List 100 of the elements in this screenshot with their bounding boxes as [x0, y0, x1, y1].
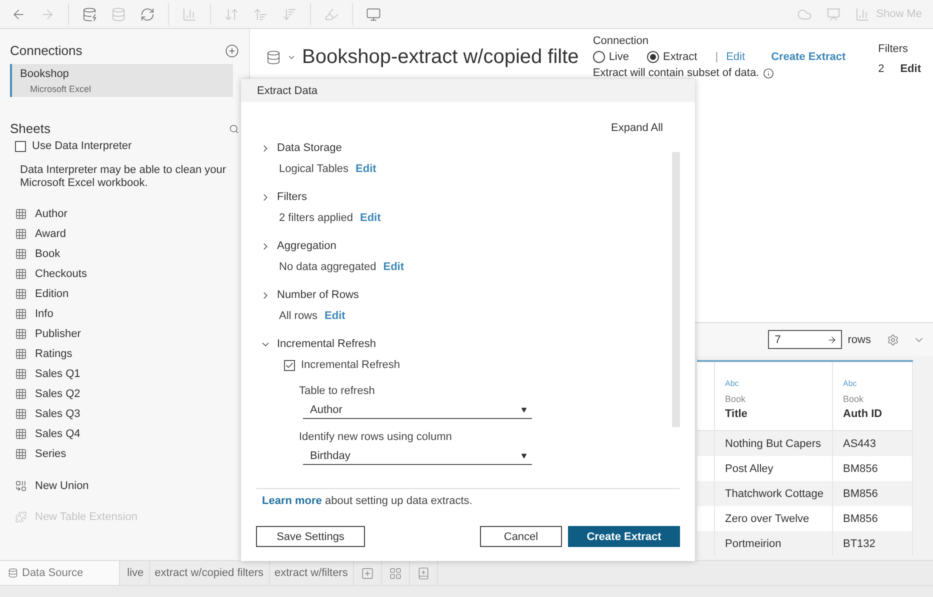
- radio-label: Live: [608, 51, 629, 63]
- help-text: Learn more about setting up data extracts.: [262, 495, 474, 507]
- search-icon[interactable]: [229, 124, 239, 134]
- filters-count: 2: [878, 63, 884, 75]
- filters-label: Filters: [878, 43, 910, 55]
- dialog-title: Extract Data: [257, 84, 318, 96]
- table-cell: Portmeirion: [715, 531, 833, 556]
- section-summary: All rows: [279, 310, 318, 322]
- section-header[interactable]: Incremental Refresh: [256, 338, 376, 350]
- sheet-item[interactable]: Award: [35, 228, 66, 240]
- radio-label: Extract: [663, 51, 698, 63]
- sheet-item[interactable]: Edition: [35, 288, 69, 300]
- add-icon[interactable]: [225, 44, 239, 58]
- data-source-title[interactable]: Bookshop-extract w/copied filte: [302, 46, 579, 68]
- dropdown[interactable]: Birthday: [303, 448, 532, 465]
- checkbox[interactable]: [15, 140, 26, 152]
- edit-link[interactable]: Edit: [360, 212, 381, 224]
- rows-label: rows: [848, 334, 871, 346]
- caret-icon: [521, 453, 527, 459]
- caret-icon: [521, 407, 527, 413]
- arrow-right-icon[interactable]: [826, 334, 837, 344]
- table-icon: [15, 228, 27, 240]
- table-name: Book: [725, 394, 747, 404]
- radio-button[interactable]: [592, 51, 605, 63]
- sheet-item[interactable]: Sales Q3: [35, 408, 80, 420]
- edit-link[interactable]: Edit: [383, 261, 404, 273]
- dropdown[interactable]: Author: [303, 402, 532, 419]
- table-icon: [15, 428, 27, 440]
- connections-title: Connections: [10, 43, 82, 58]
- edit-link[interactable]: Edit: [726, 51, 746, 63]
- table-icon: [15, 448, 27, 460]
- table-icon: [15, 408, 27, 420]
- section-summary: No data aggregated: [279, 261, 376, 273]
- section-summary: 2 filters applied: [279, 212, 353, 224]
- interpreter-note: Data Interpreter may be able to clean your Microsoft Excel workbook.: [20, 164, 228, 190]
- filters-edit-link[interactable]: Edit: [900, 63, 921, 75]
- dialog-button[interactable]: Create Extract: [568, 526, 680, 547]
- checkbox-label: Use Data Interpreter: [32, 140, 132, 152]
- table-name: Book: [843, 394, 865, 404]
- expand-all-button[interactable]: Expand All: [611, 122, 672, 134]
- sheet-item[interactable]: Series: [35, 448, 66, 460]
- sheet-tab[interactable]: extract w/copied filters: [150, 561, 270, 585]
- table-icon: [15, 308, 27, 320]
- checkbox[interactable]: [284, 360, 295, 370]
- table-icon: [15, 328, 27, 340]
- column-header[interactable]: Abc Book Title: [715, 362, 833, 430]
- table-cell: BT132: [833, 531, 913, 556]
- sheet-item[interactable]: Book: [35, 248, 60, 260]
- settings-icon[interactable]: [887, 334, 899, 346]
- table-icon: [15, 288, 27, 300]
- column-header[interactable]: Abc Book Auth ID: [833, 362, 913, 430]
- extract-note: Extract will contain subset of data.: [592, 67, 760, 79]
- bar-chart-icon: [855, 6, 870, 22]
- extension-icon: [15, 511, 27, 523]
- table-icon: [15, 388, 27, 400]
- sheet-item[interactable]: Checkouts: [35, 268, 87, 280]
- connection-item[interactable]: Bookshop Microsoft Excel: [10, 64, 233, 97]
- connection-name: Bookshop: [20, 68, 70, 80]
- checkbox-label: Incremental Refresh: [301, 359, 400, 371]
- new-union-item[interactable]: New Union: [35, 480, 89, 492]
- radio-button[interactable]: [647, 51, 659, 63]
- connection-label: Connection: [592, 35, 650, 47]
- connection-type: Microsoft Excel: [29, 84, 92, 94]
- sheet-item[interactable]: Ratings: [35, 348, 72, 360]
- rows-input[interactable]: 7: [768, 330, 842, 349]
- sheet-tab[interactable]: Data Source: [0, 561, 120, 585]
- sheet-item[interactable]: Sales Q2: [35, 388, 80, 400]
- union-icon: [15, 480, 27, 492]
- section-header[interactable]: Data Storage: [256, 142, 342, 154]
- table-icon: [15, 248, 27, 260]
- field-label: Identify new rows using column: [299, 431, 453, 443]
- sheets-title: Sheets: [10, 121, 50, 136]
- sheet-item[interactable]: Info: [35, 308, 54, 320]
- sheet-tab[interactable]: extract w/filters: [270, 561, 354, 585]
- sheet-item[interactable]: Sales Q4: [35, 428, 80, 440]
- table-icon: [15, 268, 27, 280]
- sheet-item[interactable]: Publisher: [35, 328, 81, 340]
- edit-link[interactable]: Edit: [356, 163, 376, 175]
- column-name: Auth ID: [843, 408, 884, 420]
- scrollbar[interactable]: [672, 152, 680, 427]
- create-extract-link[interactable]: Create Extract: [771, 51, 846, 63]
- section-summary: Logical Tables: [279, 163, 349, 175]
- sheet-item[interactable]: Author: [35, 208, 68, 220]
- sheet-item[interactable]: Sales Q1: [35, 368, 80, 380]
- table-icon: [15, 348, 27, 360]
- section-header[interactable]: Filters: [256, 191, 307, 203]
- table-icon: [15, 208, 27, 220]
- section-header[interactable]: Aggregation: [256, 240, 336, 252]
- section-header[interactable]: Number of Rows: [256, 289, 359, 301]
- database-icon: [8, 568, 18, 578]
- data-type-tag: Abc: [843, 379, 904, 388]
- learn-more-link[interactable]: Learn more: [262, 495, 322, 507]
- info-icon[interactable]: [763, 68, 774, 78]
- database-icon[interactable]: [266, 50, 281, 64]
- dialog-button[interactable]: Save Settings: [256, 526, 365, 547]
- table-icon: [15, 368, 27, 380]
- column-name: Title: [725, 408, 748, 420]
- edit-link[interactable]: Edit: [324, 310, 346, 322]
- dialog-button[interactable]: Cancel: [480, 526, 562, 547]
- separator-text: |: [715, 51, 718, 63]
